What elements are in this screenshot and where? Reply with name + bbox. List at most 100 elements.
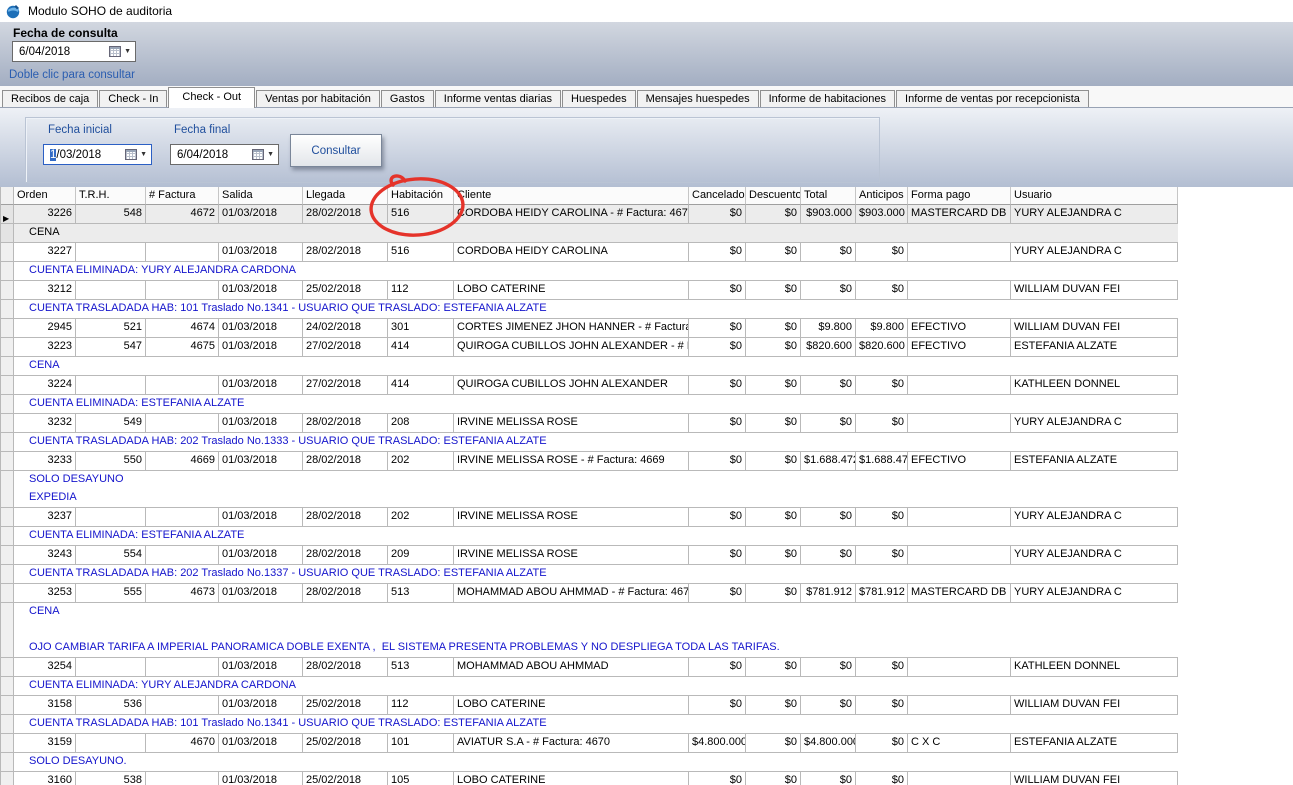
cell-descuento[interactable]: $0 [746, 658, 801, 676]
column-header-llegada[interactable]: Llegada [303, 187, 388, 205]
cell-trh[interactable] [76, 658, 146, 676]
column-header-total[interactable]: Total [801, 187, 856, 205]
tab-informe-de-habitaciones[interactable]: Informe de habitaciones [760, 90, 895, 107]
cell-descuento[interactable]: $0 [746, 584, 801, 602]
cell-trh[interactable]: 538 [76, 772, 146, 785]
cell-anticipos[interactable]: $820.600 [856, 338, 908, 356]
cell-cancelado[interactable]: $0 [689, 414, 746, 432]
cell-cliente[interactable]: CORDOBA HEIDY CAROLINA [454, 243, 689, 261]
cell-descuento[interactable]: $0 [746, 508, 801, 526]
cell-salida[interactable]: 01/03/2018 [219, 319, 303, 337]
cell-llegada[interactable]: 28/02/2018 [303, 508, 388, 526]
cell-factura[interactable] [146, 281, 219, 299]
cell-forma_pago[interactable] [908, 546, 1011, 564]
cell-total[interactable]: $0 [801, 508, 856, 526]
cell-descuento[interactable]: $0 [746, 376, 801, 394]
cell-usuario[interactable]: YURY ALEJANDRA C [1011, 546, 1178, 564]
cell-trh[interactable]: 554 [76, 546, 146, 564]
cell-salida[interactable]: 01/03/2018 [219, 584, 303, 602]
cell-factura[interactable] [146, 546, 219, 564]
cell-cliente[interactable]: MOHAMMAD ABOU AHMMAD - # Factura: 4673 [454, 584, 689, 602]
cell-anticipos[interactable]: $0 [856, 243, 908, 261]
cell-salida[interactable]: 01/03/2018 [219, 508, 303, 526]
cell-trh[interactable]: 548 [76, 205, 146, 223]
cell-usuario[interactable]: ESTEFANIA ALZATE [1011, 734, 1178, 752]
cell-descuento[interactable]: $0 [746, 452, 801, 470]
column-header-salida[interactable]: Salida [219, 187, 303, 205]
cell-habitacion[interactable]: 414 [388, 338, 454, 356]
cell-habitacion[interactable]: 112 [388, 696, 454, 714]
cell-habitacion[interactable]: 513 [388, 658, 454, 676]
cell-orden[interactable]: 3232 [14, 414, 76, 432]
cell-orden[interactable]: 3160 [14, 772, 76, 785]
cell-trh[interactable]: 547 [76, 338, 146, 356]
cell-llegada[interactable]: 25/02/2018 [303, 281, 388, 299]
cell-factura[interactable] [146, 414, 219, 432]
grid-record-row[interactable]: 324355401/03/201828/02/2018209IRVINE MEL… [1, 546, 1178, 565]
dropdown-arrow-icon[interactable]: ▼ [124, 48, 131, 55]
cell-trh[interactable]: 521 [76, 319, 146, 337]
cell-cliente[interactable]: AVIATUR S.A - # Factura: 4670 [454, 734, 689, 752]
cell-descuento[interactable]: $0 [746, 338, 801, 356]
cell-anticipos[interactable]: $0 [856, 376, 908, 394]
consultar-button[interactable]: Consultar [290, 134, 382, 167]
cell-forma_pago[interactable] [908, 772, 1011, 785]
grid-record-row[interactable]: 3159467001/03/201825/02/2018101AVIATUR S… [1, 734, 1178, 753]
grid-record-row[interactable]: 316053801/03/201825/02/2018105LOBO CATER… [1, 772, 1178, 785]
cell-total[interactable]: $0 [801, 281, 856, 299]
cell-habitacion[interactable]: 516 [388, 243, 454, 261]
grid-note-row[interactable]: CUENTA TRASLADADA HAB: 101 Traslado No.1… [1, 300, 1178, 319]
cell-trh[interactable]: 550 [76, 452, 146, 470]
cell-cancelado[interactable]: $0 [689, 319, 746, 337]
cell-orden[interactable]: 3233 [14, 452, 76, 470]
cell-cancelado[interactable]: $0 [689, 584, 746, 602]
cell-habitacion[interactable]: 414 [388, 376, 454, 394]
cell-usuario[interactable]: ESTEFANIA ALZATE [1011, 338, 1178, 356]
cell-orden[interactable]: 3226 [14, 205, 76, 223]
cell-cliente[interactable]: QUIROGA CUBILLOS JOHN ALEXANDER - # F. [454, 338, 689, 356]
cell-cancelado[interactable]: $0 [689, 696, 746, 714]
cell-trh[interactable]: 555 [76, 584, 146, 602]
cell-total[interactable]: $0 [801, 696, 856, 714]
cell-salida[interactable]: 01/03/2018 [219, 376, 303, 394]
column-header-usuario[interactable]: Usuario [1011, 187, 1178, 205]
cell-llegada[interactable]: 28/02/2018 [303, 658, 388, 676]
cell-usuario[interactable]: YURY ALEJANDRA C [1011, 205, 1178, 223]
grid-note-row[interactable]: CENAOJO CAMBIAR TARIFA A IMPERIAL PANORA… [1, 603, 1178, 658]
tab-check-out[interactable]: Check - Out [168, 87, 255, 108]
grid-record-row[interactable]: 3223547467501/03/201827/02/2018414QUIROG… [1, 338, 1178, 357]
cell-anticipos[interactable]: $0 [856, 696, 908, 714]
calendar-icon[interactable] [252, 149, 264, 160]
tab-recibos-de-caja[interactable]: Recibos de caja [2, 90, 98, 107]
column-header-forma_pago[interactable]: Forma pago [908, 187, 1011, 205]
cell-descuento[interactable]: $0 [746, 319, 801, 337]
cell-anticipos[interactable]: $0 [856, 772, 908, 785]
calendar-icon[interactable] [109, 46, 121, 57]
cell-habitacion[interactable]: 202 [388, 452, 454, 470]
cell-factura[interactable]: 4670 [146, 734, 219, 752]
cell-cliente[interactable]: LOBO CATERINE [454, 696, 689, 714]
cell-trh[interactable] [76, 243, 146, 261]
cell-habitacion[interactable]: 112 [388, 281, 454, 299]
column-header-habitacion[interactable]: Habitación [388, 187, 454, 205]
fecha-inicial-input[interactable]: 1/03/2018 ▼ [43, 144, 152, 165]
cell-orden[interactable]: 3253 [14, 584, 76, 602]
cell-cancelado[interactable]: $0 [689, 772, 746, 785]
cell-salida[interactable]: 01/03/2018 [219, 281, 303, 299]
dropdown-arrow-icon[interactable]: ▼ [267, 151, 274, 158]
cell-forma_pago[interactable]: C X C [908, 734, 1011, 752]
cell-llegada[interactable]: 28/02/2018 [303, 584, 388, 602]
calendar-icon[interactable] [125, 149, 137, 160]
cell-factura[interactable]: 4675 [146, 338, 219, 356]
column-header-factura[interactable]: # Factura [146, 187, 219, 205]
cell-salida[interactable]: 01/03/2018 [219, 658, 303, 676]
cell-cliente[interactable]: IRVINE MELISSA ROSE - # Factura: 4669 [454, 452, 689, 470]
grid-note-row[interactable]: SOLO DESAYUNO. [1, 753, 1178, 772]
grid-record-row[interactable]: 2945521467401/03/201824/02/2018301CORTES… [1, 319, 1178, 338]
grid-record-row[interactable]: 325401/03/201828/02/2018513MOHAMMAD ABOU… [1, 658, 1178, 677]
tab-gastos[interactable]: Gastos [381, 90, 434, 107]
cell-salida[interactable]: 01/03/2018 [219, 452, 303, 470]
cell-usuario[interactable]: WILLIAM DUVAN FEI [1011, 319, 1178, 337]
cell-orden[interactable]: 3223 [14, 338, 76, 356]
grid-note-row[interactable]: CUENTA TRASLADADA HAB: 202 Traslado No.1… [1, 565, 1178, 584]
